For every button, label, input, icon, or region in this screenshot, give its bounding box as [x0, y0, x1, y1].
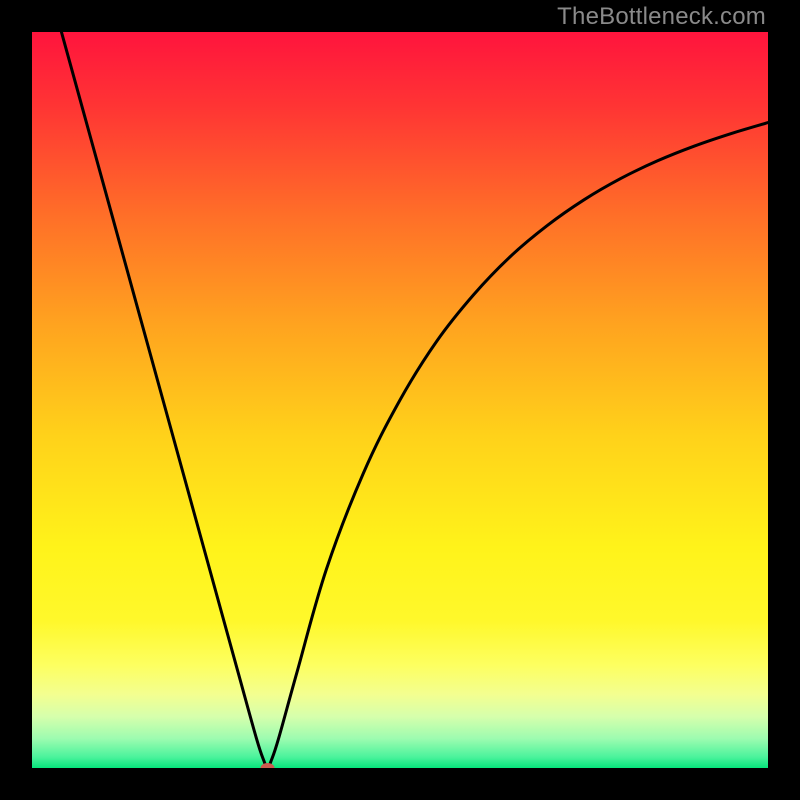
curve-layer [32, 32, 768, 768]
bottleneck-curve [61, 32, 768, 768]
watermark-text: TheBottleneck.com [557, 3, 766, 31]
chart-frame: TheBottleneck.com [0, 0, 800, 800]
minimum-marker [261, 763, 275, 768]
plot-area [32, 32, 768, 768]
